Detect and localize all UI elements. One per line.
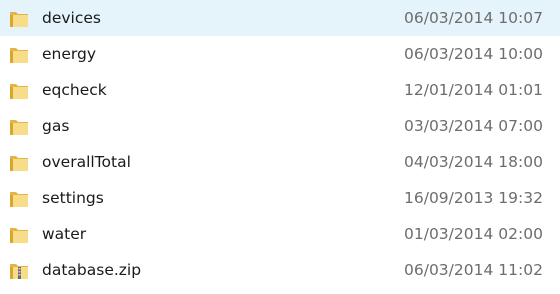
file-row-overallTotal[interactable]: overallTotal 04/03/2014 18:00 — [0, 144, 560, 180]
file-name: settings — [42, 189, 104, 207]
file-name: eqcheck — [42, 81, 107, 99]
file-name: energy — [42, 45, 97, 63]
file-name: water — [42, 225, 87, 243]
file-modified-date: 01/03/2014 02:00 — [404, 225, 543, 243]
file-name: overallTotal — [42, 153, 131, 171]
file-row-energy[interactable]: energy 06/03/2014 10:00 — [0, 36, 560, 72]
folder-icon — [10, 120, 28, 135]
folder-icon — [10, 192, 28, 207]
zip-folder-icon — [10, 264, 28, 279]
file-row-eqcheck[interactable]: eqcheck 12/01/2014 01:01 — [0, 72, 560, 108]
file-name: devices — [42, 9, 101, 27]
folder-icon — [10, 12, 28, 27]
folder-icon — [10, 48, 28, 63]
folder-icon — [10, 156, 28, 171]
file-row-settings[interactable]: settings 16/09/2013 19:32 — [0, 180, 560, 216]
file-modified-date: 06/03/2014 11:02 — [404, 261, 543, 279]
file-name: database.zip — [42, 261, 142, 279]
file-row-database-zip[interactable]: database.zip 06/03/2014 11:02 — [0, 252, 560, 288]
file-row-gas[interactable]: gas 03/03/2014 07:00 — [0, 108, 560, 144]
file-modified-date: 12/01/2014 01:01 — [404, 81, 543, 99]
file-modified-date: 16/09/2013 19:32 — [404, 189, 543, 207]
file-modified-date: 06/03/2014 10:07 — [404, 9, 543, 27]
folder-icon — [10, 228, 28, 243]
folder-icon — [10, 84, 28, 99]
file-list: devices 06/03/2014 10:07 energy 06/03/20… — [0, 0, 560, 294]
file-modified-date: 06/03/2014 10:00 — [404, 45, 543, 63]
file-row-water[interactable]: water 01/03/2014 02:00 — [0, 216, 560, 252]
file-modified-date: 03/03/2014 07:00 — [404, 117, 543, 135]
file-modified-date: 04/03/2014 18:00 — [404, 153, 543, 171]
file-name: gas — [42, 117, 70, 135]
file-row-devices[interactable]: devices 06/03/2014 10:07 — [0, 0, 560, 36]
